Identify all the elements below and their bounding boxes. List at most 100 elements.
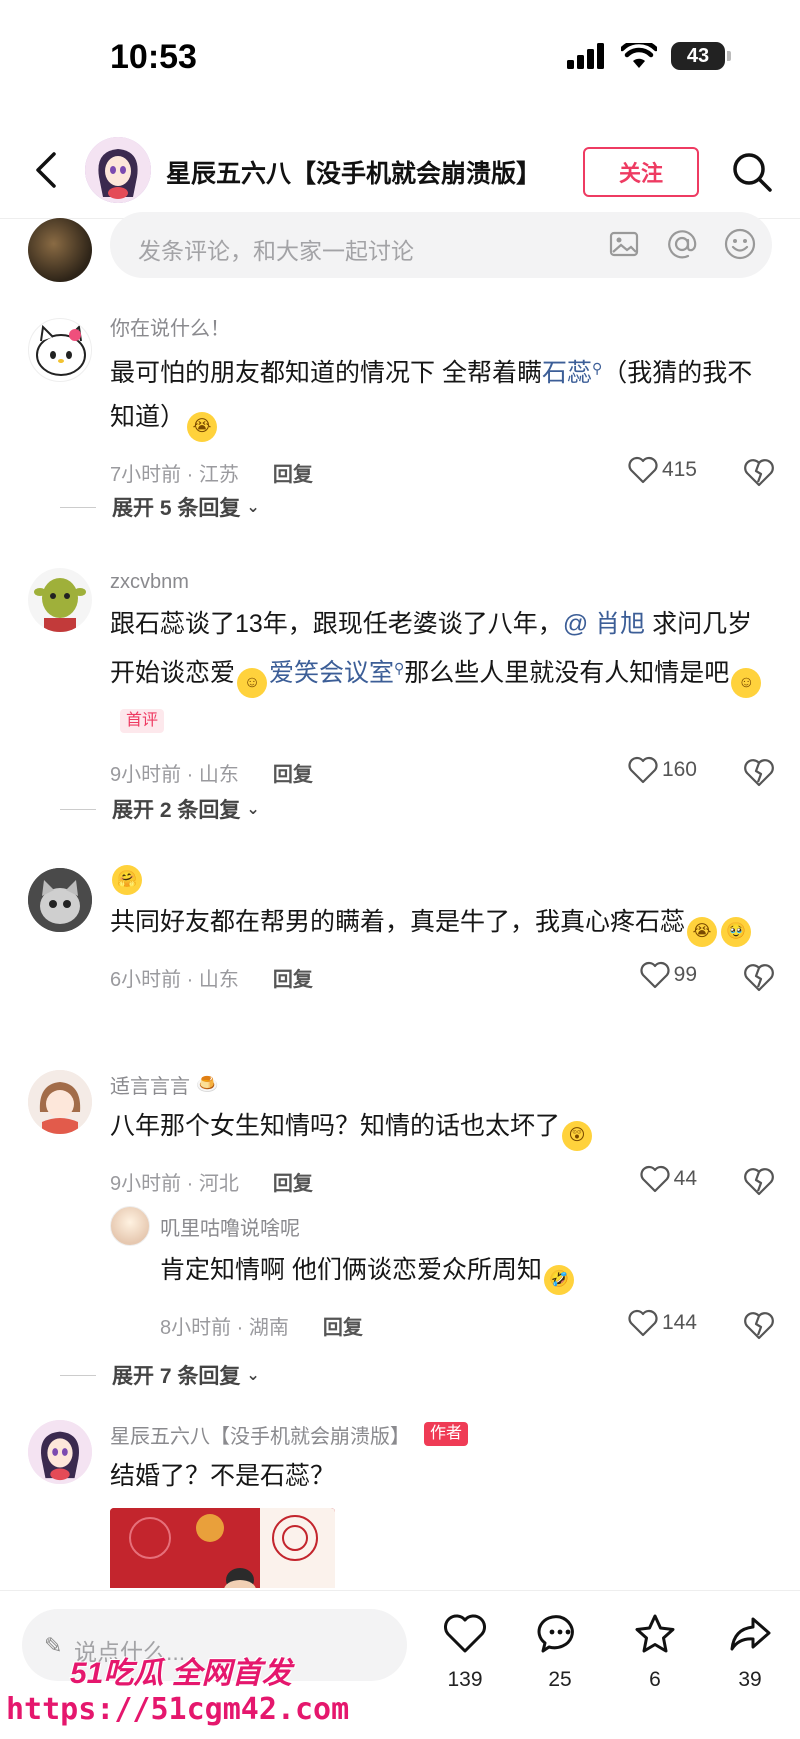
search-link[interactable]: 爱笑会议室 (269, 659, 394, 687)
sub-reply-name[interactable]: 叽里咕噜说啥呢 (160, 1212, 775, 1240)
author-name[interactable]: 星辰五六八【没手机就会崩溃版】 (166, 154, 541, 190)
expand-replies[interactable]: 展开 5 条回复 ⌄ (110, 492, 260, 522)
emoji-icon[interactable] (722, 226, 758, 262)
like-button[interactable]: 415 (628, 456, 697, 484)
comment-text-part: 跟石蕊谈了13年，跟现任老婆谈了八年， (110, 610, 563, 638)
star-icon (635, 1614, 675, 1653)
comment-input[interactable]: 发条评论，和大家一起讨论 (110, 212, 772, 278)
dislike-icon[interactable] (743, 456, 775, 488)
status-bar: 10:53 43 (0, 0, 800, 110)
like-button[interactable]: 144 (628, 1309, 697, 1337)
comment-time-location: 9小时前 · 河北 (110, 1172, 239, 1195)
post-share-count: 39 (738, 1668, 762, 1691)
reply-button[interactable]: 回复 (323, 1311, 363, 1340)
signal-icon (567, 43, 604, 69)
reply-button[interactable]: 回复 (273, 963, 313, 992)
reply-button[interactable]: 回复 (273, 1167, 313, 1196)
battery-level: 43 (686, 44, 710, 67)
comment-text: 跟石蕊谈了13年，跟现任老婆谈了八年，@ 肖旭 求问几岁开始谈恋爱 ☺ 爱笑会议室⚲… (110, 602, 775, 742)
comment-text-part: 最可怕的朋友都知道的情况下 全帮着瞒 (110, 359, 542, 387)
search-link[interactable]: 石蕊 (542, 359, 592, 387)
expand-label: 展开 2 条回复 (112, 799, 241, 822)
reply-button[interactable]: 回复 (273, 458, 313, 487)
favorite-button[interactable]: 6 (620, 1611, 690, 1692)
watermark-brand: 51吃瓜 全网首发 (70, 1657, 292, 1690)
chevron-down-icon: ⌄ (246, 801, 260, 818)
expand-replies[interactable]: 展开 2 条回复 ⌄ (110, 794, 260, 824)
comment-meta: 9小时前 · 山东 回复 160 (110, 750, 775, 794)
image-icon[interactable] (606, 226, 642, 262)
comment-text: 八年那个女生知情吗？知情的话也太坏了 😲 (110, 1104, 775, 1151)
heart-icon (628, 456, 658, 484)
sub-reply-body: 叽里咕噜说啥呢 肯定知情啊 他们俩谈恋爱众所周知 🤣 8小时前 · 湖南 回复 1… (160, 1212, 775, 1347)
comment-time-location: 9小时前 · 山东 (110, 763, 239, 786)
author-avatar[interactable] (85, 137, 151, 203)
search-icon[interactable] (730, 150, 774, 194)
heart-icon (628, 1309, 658, 1337)
expand-replies[interactable]: 展开 7 条回复 ⌄ (110, 1360, 260, 1390)
comment-input-placeholder: 发条评论，和大家一起讨论 (138, 238, 414, 264)
heart-icon (640, 1165, 670, 1193)
chevron-down-icon: ⌄ (246, 1367, 260, 1384)
wifi-icon (621, 43, 657, 68)
page-header: 星辰五六八【没手机就会崩溃版】 关注 (0, 120, 800, 220)
comment-text-part: 那么些人里就没有人知情是吧 (404, 659, 730, 687)
sub-reply-avatar[interactable] (110, 1206, 150, 1246)
comment-bubble-icon (537, 1615, 574, 1653)
like-count: 415 (661, 458, 697, 481)
like-count: 160 (661, 758, 697, 781)
battery-icon: 43 (671, 42, 731, 70)
smile-emoji-icon: ☺ (237, 668, 268, 698)
dislike-icon[interactable] (743, 961, 775, 993)
like-count: 99 (673, 963, 697, 986)
commenter-name-text: 适言言言 (110, 1075, 190, 1098)
like-button[interactable]: 160 (628, 756, 697, 784)
comment-time-location: 8小时前 · 湖南 (160, 1316, 289, 1339)
mention-link[interactable]: @ 肖旭 (563, 610, 645, 638)
commenter-name[interactable]: zxcvbnm (110, 568, 775, 596)
commenter-avatar[interactable] (28, 1420, 92, 1484)
crying-emoji-icon: 😭 (687, 917, 718, 947)
follow-button[interactable]: 关注 (583, 147, 699, 197)
commenter-avatar[interactable] (28, 868, 92, 932)
like-post-button[interactable]: 139 (430, 1611, 500, 1692)
comment-image[interactable] (110, 1508, 335, 1588)
at-mention-icon[interactable] (664, 226, 700, 262)
like-button[interactable]: 44 (640, 1165, 697, 1193)
dislike-icon[interactable] (743, 1309, 775, 1341)
comment-time-location: 7小时前 · 江苏 (110, 463, 239, 486)
commenter-avatar[interactable] (28, 318, 92, 382)
comment-time-location: 6小时前 · 山东 (110, 968, 239, 991)
commenter-avatar[interactable] (28, 568, 92, 632)
like-button[interactable]: 99 (640, 961, 697, 989)
comment-text: 共同好友都在帮男的瞒着，真是牛了，我真心疼石蕊 😭 🥹 (110, 900, 775, 947)
share-button[interactable]: 39 (715, 1611, 785, 1692)
cat-avatar-icon (28, 868, 92, 932)
commenter-name[interactable]: 星辰五六八【没手机就会崩溃版】 作者 (110, 1420, 775, 1448)
comment-meta: 6小时前 · 山东 回复 99 (110, 955, 775, 999)
comment-text: 最可怕的朋友都知道的情况下 全帮着瞒石蕊⚲（我猜的我不知道） 😭 (110, 346, 775, 442)
chevron-down-icon: ⌄ (246, 499, 260, 516)
commenter-avatar[interactable] (28, 1070, 92, 1134)
comments-button[interactable]: 25 (525, 1611, 595, 1692)
heart-icon (628, 756, 658, 784)
shocked-emoji-icon: 😲 (562, 1121, 593, 1151)
dislike-icon[interactable] (743, 1165, 775, 1197)
commenter-name[interactable]: 🤗 (110, 865, 775, 895)
commenter-name[interactable]: 适言言言 🍮 (110, 1070, 775, 1098)
girl-avatar-icon (28, 1070, 92, 1134)
comment-body: 适言言言 🍮 八年那个女生知情吗？知情的话也太坏了 😲 9小时前 · 河北 回复 … (110, 1070, 775, 1203)
post-favorite-count: 6 (649, 1668, 661, 1691)
sub-reply-text: 肯定知情啊 他们俩谈恋爱众所周知 🤣 (160, 1248, 775, 1295)
search-small-icon: ⚲ (394, 660, 405, 676)
reply-button[interactable]: 回复 (273, 758, 313, 787)
share-arrow-icon (730, 1617, 771, 1651)
dislike-icon[interactable] (743, 756, 775, 788)
back-arrow-icon[interactable] (28, 148, 68, 192)
commenter-name[interactable]: 你在说什么！ (110, 312, 775, 340)
hug-emoji-icon: 🤗 (112, 865, 142, 895)
commenter-name-text: 星辰五六八【没手机就会崩溃版】 (110, 1425, 410, 1448)
search-small-icon: ⚲ (591, 360, 603, 376)
comment-meta: 9小时前 · 河北 回复 44 (110, 1159, 775, 1203)
wedding-photo-icon (110, 1508, 335, 1588)
